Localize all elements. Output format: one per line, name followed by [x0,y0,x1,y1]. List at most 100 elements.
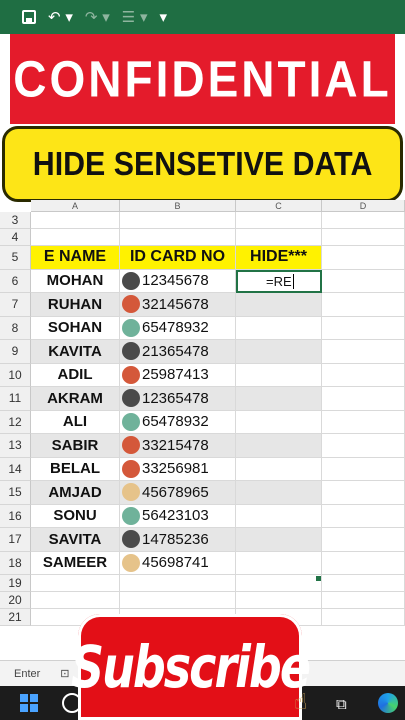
name-cell[interactable]: SAMEER [31,551,120,575]
id-card-cell[interactable]: 33256981 [120,457,236,481]
id-card-column-header[interactable]: ID CARD NO [120,246,236,270]
row-header[interactable]: 6 [0,269,31,293]
sheet-cell[interactable] [322,504,405,528]
hide-cell[interactable] [236,481,322,505]
sheet-cell[interactable] [322,269,405,293]
column-header-a[interactable]: A [31,200,120,212]
id-card-cell[interactable]: 45698741 [120,551,236,575]
format-icon[interactable]: ☰ ▾ [122,9,148,25]
name-cell[interactable]: SONU [31,504,120,528]
name-cell[interactable]: SABIR [31,434,120,458]
sheet-cell[interactable] [322,212,405,229]
sheet-cell[interactable] [322,481,405,505]
row-header[interactable]: 14 [0,457,31,481]
sheet-cell[interactable] [322,363,405,387]
sheet-cell[interactable] [322,457,405,481]
name-column-header[interactable]: E NAME [31,246,120,270]
id-card-cell[interactable]: 12365478 [120,387,236,411]
hide-cell[interactable] [236,434,322,458]
sheet-cell[interactable] [120,575,236,592]
row-header[interactable]: 3 [0,212,31,229]
sheet-cell[interactable] [322,575,405,592]
name-cell[interactable]: ADIL [31,363,120,387]
sheet-cell[interactable] [31,212,120,229]
id-card-cell[interactable]: 14785236 [120,528,236,552]
sheet-cell[interactable] [120,592,236,609]
sheet-cell[interactable] [322,387,405,411]
row-header[interactable]: 12 [0,410,31,434]
hide-cell[interactable] [236,387,322,411]
row-header[interactable]: 18 [0,551,31,575]
hide-cell[interactable] [236,340,322,364]
sheet-cell[interactable] [322,410,405,434]
row-header[interactable]: 15 [0,481,31,505]
edge-browser-icon[interactable] [378,693,398,713]
row-header[interactable]: 8 [0,316,31,340]
hide-cell[interactable] [236,551,322,575]
row-header[interactable]: 20 [0,592,31,609]
id-card-cell[interactable]: 65478932 [120,316,236,340]
sheet-cell[interactable] [322,528,405,552]
redo-icon[interactable]: ↷ ▾ [85,9,110,25]
row-header[interactable]: 21 [0,609,31,626]
fill-handle[interactable] [316,576,321,581]
row-header[interactable]: 7 [0,293,31,317]
hide-cell[interactable] [236,410,322,434]
active-formula-cell[interactable]: =RE [236,269,322,293]
name-cell[interactable]: BELAL [31,457,120,481]
sheet-cell[interactable] [322,592,405,609]
windows-start-icon[interactable] [20,694,38,712]
row-header[interactable]: 5 [0,246,31,270]
row-header[interactable]: 13 [0,434,31,458]
name-cell[interactable]: SOHAN [31,316,120,340]
sheet-cell[interactable] [322,229,405,246]
customize-icon[interactable]: ▾ [160,9,168,25]
column-header-b[interactable]: B [120,200,236,212]
hide-cell[interactable] [236,293,322,317]
sheet-cell[interactable] [120,212,236,229]
id-card-cell[interactable]: 12345678 [120,269,236,293]
name-cell[interactable]: MOHAN [31,269,120,293]
sheet-cell[interactable] [31,575,120,592]
sheet-cell[interactable] [322,434,405,458]
id-card-cell[interactable]: 45678965 [120,481,236,505]
row-header[interactable]: 9 [0,340,31,364]
undo-icon[interactable]: ↶ ▾ [48,9,73,25]
name-cell[interactable]: ALI [31,410,120,434]
sheet-cell[interactable] [322,609,405,626]
sheet-cell[interactable] [236,592,322,609]
name-cell[interactable]: RUHAN [31,293,120,317]
hide-cell[interactable] [236,504,322,528]
sheet-cell[interactable] [322,246,405,270]
sheet-cell[interactable] [322,293,405,317]
name-cell[interactable]: KAVITA [31,340,120,364]
hide-cell[interactable] [236,316,322,340]
sheet-cell[interactable] [236,212,322,229]
sheet-cell[interactable] [322,551,405,575]
id-card-cell[interactable]: 21365478 [120,340,236,364]
sheet-cell[interactable] [236,229,322,246]
row-header[interactable]: 16 [0,504,31,528]
row-header[interactable]: 10 [0,363,31,387]
task-view-icon[interactable]: ⧉ [336,695,347,713]
sheet-cell[interactable] [236,575,322,592]
id-card-cell[interactable]: 25987413 [120,363,236,387]
sheet-cell[interactable] [31,592,120,609]
row-header[interactable]: 4 [0,229,31,246]
hide-cell[interactable] [236,528,322,552]
row-header[interactable]: 19 [0,575,31,592]
accessibility-icon[interactable]: ⊡ [60,667,69,680]
hide-cell[interactable] [236,457,322,481]
name-cell[interactable]: SAVITA [31,528,120,552]
save-icon[interactable] [22,10,36,24]
id-card-cell[interactable]: 32145678 [120,293,236,317]
sheet-cell[interactable] [120,229,236,246]
row-header[interactable]: 11 [0,387,31,411]
id-card-cell[interactable]: 65478932 [120,410,236,434]
row-header[interactable]: 17 [0,528,31,552]
id-card-cell[interactable]: 56423103 [120,504,236,528]
sheet-cell[interactable] [322,340,405,364]
column-header-c[interactable]: C [236,200,322,212]
hide-cell[interactable] [236,363,322,387]
column-header-d[interactable]: D [322,200,405,212]
